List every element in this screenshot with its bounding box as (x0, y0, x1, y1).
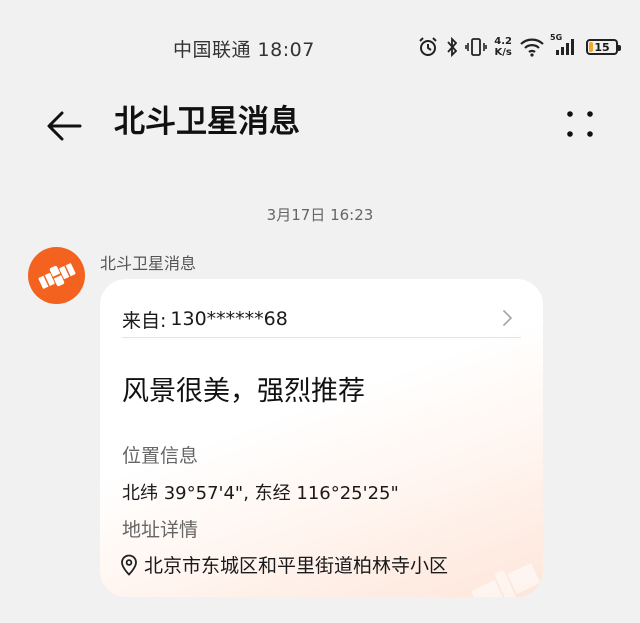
location-label: 位置信息 (122, 445, 199, 467)
battery-icon: 15 (586, 39, 621, 55)
message-text: 风景很美，强烈推荐 (122, 376, 365, 407)
more-button[interactable] (560, 104, 600, 144)
carrier-time: 中国联通 18:07 (173, 39, 315, 61)
satellite-watermark-icon (471, 563, 540, 597)
bluetooth-icon (446, 37, 458, 57)
address-text: 北京市东城区和平里街道柏林寺小区 (144, 555, 449, 577)
net-speed-value: 4.2 (494, 36, 512, 47)
vibrate-icon (465, 37, 488, 57)
coordinates: 北纬 39°57'4", 东经 116°25'25" (122, 483, 399, 504)
arrow-left-icon (47, 111, 82, 141)
net-speed: 4.2 K/s (494, 36, 512, 58)
from-row[interactable]: 来自: 130******68 (122, 301, 521, 338)
avatar[interactable] (28, 247, 85, 304)
page-title: 北斗卫星消息 (114, 104, 300, 140)
network-type: 5G (550, 33, 563, 42)
satellite-icon (37, 262, 76, 289)
battery-level: 15 (594, 40, 610, 54)
net-speed-unit: K/s (494, 47, 512, 58)
address-row[interactable]: 北京市东城区和平里街道柏林寺小区 (120, 551, 448, 578)
from-label: 来自: (122, 309, 167, 332)
signal-icon: 5G (550, 33, 576, 57)
sender-name: 北斗卫星消息 (100, 254, 197, 273)
app-bar: 北斗卫星消息 (0, 94, 640, 152)
location-pin-icon (121, 554, 137, 576)
address-label: 地址详情 (122, 519, 199, 541)
status-icons: 4.2 K/s 5G 15 (417, 33, 621, 61)
battery-level-fill (589, 42, 593, 52)
alarm-icon (417, 36, 439, 58)
status-bar: 中国联通 18:07 4.2 K/s 5G 15 (0, 0, 640, 94)
date-stamp: 3月17日 16:23 (266, 206, 374, 224)
from-number: 130******68 (170, 308, 288, 330)
satellite-message-card[interactable]: 来自: 130******68 风景很美，强烈推荐 位置信息 北纬 39°57'… (100, 279, 543, 597)
wifi-icon (519, 37, 545, 57)
more-dots-icon (567, 111, 593, 137)
back-button[interactable] (40, 102, 88, 150)
chevron-right-icon (501, 309, 513, 331)
